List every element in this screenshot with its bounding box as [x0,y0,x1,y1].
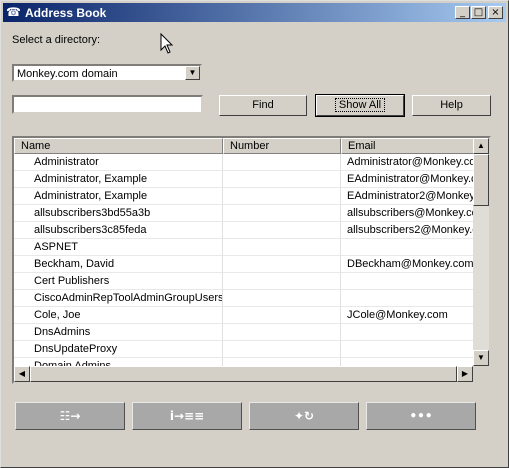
phone-icon: ☎ [6,5,21,19]
cell-name: Cole, Joe [14,307,223,324]
horizontal-scrollbar[interactable]: ◀ ▶ [14,366,473,382]
table-row[interactable]: Beckham, David DBeckham@Monkey.com [14,256,473,273]
cell-number [223,222,341,239]
cell-name: Administrator, Example [14,188,223,205]
cell-name: Beckham, David [14,256,223,273]
show-all-button[interactable]: Show All [315,94,405,117]
more-button[interactable]: ••• [366,402,476,430]
table-row[interactable]: Administrator, Example EAdministrator@Mon… [14,171,473,188]
cell-name: DnsUpdateProxy [14,341,223,358]
scroll-left-icon[interactable]: ◀ [14,366,30,382]
table-row[interactable]: Cole, Joe JCole@Monkey.com [14,307,473,324]
cell-name: CiscoAdminRepToolAdminGroupUsers [14,290,223,307]
show-all-button-label: Show All [334,98,386,112]
scroll-down-icon[interactable]: ▼ [473,350,489,366]
address-book-window: ☎ Address Book _ □ × Select a directory:… [0,0,509,468]
cell-name: allsubscribers3c85feda [14,222,223,239]
keypad-icon: ☷→ [59,409,81,423]
directory-select[interactable]: Monkey.com domain ▼ [12,64,202,82]
cell-email [341,341,473,358]
window-title: Address Book [25,6,107,20]
cell-email: JCole@Monkey.com [341,307,473,324]
directory-label: Select a directory: [12,34,101,46]
scroll-up-icon[interactable]: ▲ [473,138,489,154]
table-row[interactable]: DnsAdmins [14,324,473,341]
horizontal-scroll-thumb[interactable] [30,366,457,382]
help-button[interactable]: Help [412,95,491,116]
find-button[interactable]: Find [219,95,307,116]
vertical-scroll-thumb[interactable] [473,154,489,206]
table-body: Administrator Administrator@Monkey.com Adm… [14,154,473,375]
cell-number [223,273,341,290]
cell-email: Administrator@Monkey.com [341,154,473,171]
table-row[interactable]: Administrator Administrator@Monkey.com [14,154,473,171]
help-button-label: Help [440,99,463,111]
column-header-name[interactable]: Name [14,138,223,154]
table-row[interactable]: allsubscribers3bd55a3b allsubscribers@Mon… [14,205,473,222]
find-button-label: Find [252,99,274,111]
cell-email: EAdministrator2@Monkey.com [341,188,473,205]
info-list-icon: i→≡≡ [169,409,205,423]
scroll-right-icon[interactable]: ▶ [457,366,473,382]
cell-name: allsubscribers3bd55a3b [14,205,223,222]
table-row[interactable]: CiscoAdminRepToolAdminGroupUsers [14,290,473,307]
table-row[interactable]: Administrator, Example EAdministrator2@Mo… [14,188,473,205]
cell-name: Administrator, Example [14,171,223,188]
column-header-email[interactable]: Email [341,138,489,154]
cell-number [223,256,341,273]
table-row[interactable]: ASPNET [14,239,473,256]
cell-number [223,239,341,256]
directory-selected-value: Monkey.com domain [17,68,118,80]
cell-email: allsubscribers2@Monkey.com [341,222,473,239]
cell-email: allsubscribers@Monkey.com [341,205,473,222]
search-input[interactable] [12,95,203,114]
close-button[interactable]: × [488,6,503,19]
cell-number [223,290,341,307]
transfer-button[interactable]: ✦↻ [249,402,359,430]
title-bar[interactable]: ☎ Address Book _ □ × [3,3,506,22]
cell-number [223,171,341,188]
maximize-button[interactable]: □ [471,6,486,19]
cell-name: Cert Publishers [14,273,223,290]
cell-number [223,324,341,341]
transfer-icon: ✦↻ [293,409,315,423]
table-row[interactable]: DnsUpdateProxy [14,341,473,358]
minimize-button[interactable]: _ [455,6,470,19]
cell-email: EAdministrator@Monkey.com [341,171,473,188]
cell-number [223,154,341,171]
table-row[interactable]: allsubscribers3c85feda allsubscribers2@Mo… [14,222,473,239]
add-to-directory-button[interactable]: i→≡≡ [132,402,242,430]
ellipsis-icon: ••• [409,409,433,423]
scrollbar-corner [473,366,489,382]
cell-email [341,324,473,341]
chevron-down-icon[interactable]: ▼ [185,66,200,80]
cell-name: Administrator [14,154,223,171]
vertical-scrollbar[interactable]: ▲ ▼ [473,138,489,366]
cell-email [341,290,473,307]
cell-number [223,307,341,324]
address-list[interactable]: Name Number Email Administrator Administr… [12,136,491,384]
cell-email [341,273,473,290]
cell-name: DnsAdmins [14,324,223,341]
dial-keypad-button[interactable]: ☷→ [15,402,125,430]
cell-email: DBeckham@Monkey.com [341,256,473,273]
cell-number [223,341,341,358]
column-header-number[interactable]: Number [223,138,341,154]
mouse-cursor-icon [160,32,174,54]
cell-email [341,239,473,256]
cell-number [223,205,341,222]
cell-name: ASPNET [14,239,223,256]
table-row[interactable]: Cert Publishers [14,273,473,290]
cell-number [223,188,341,205]
